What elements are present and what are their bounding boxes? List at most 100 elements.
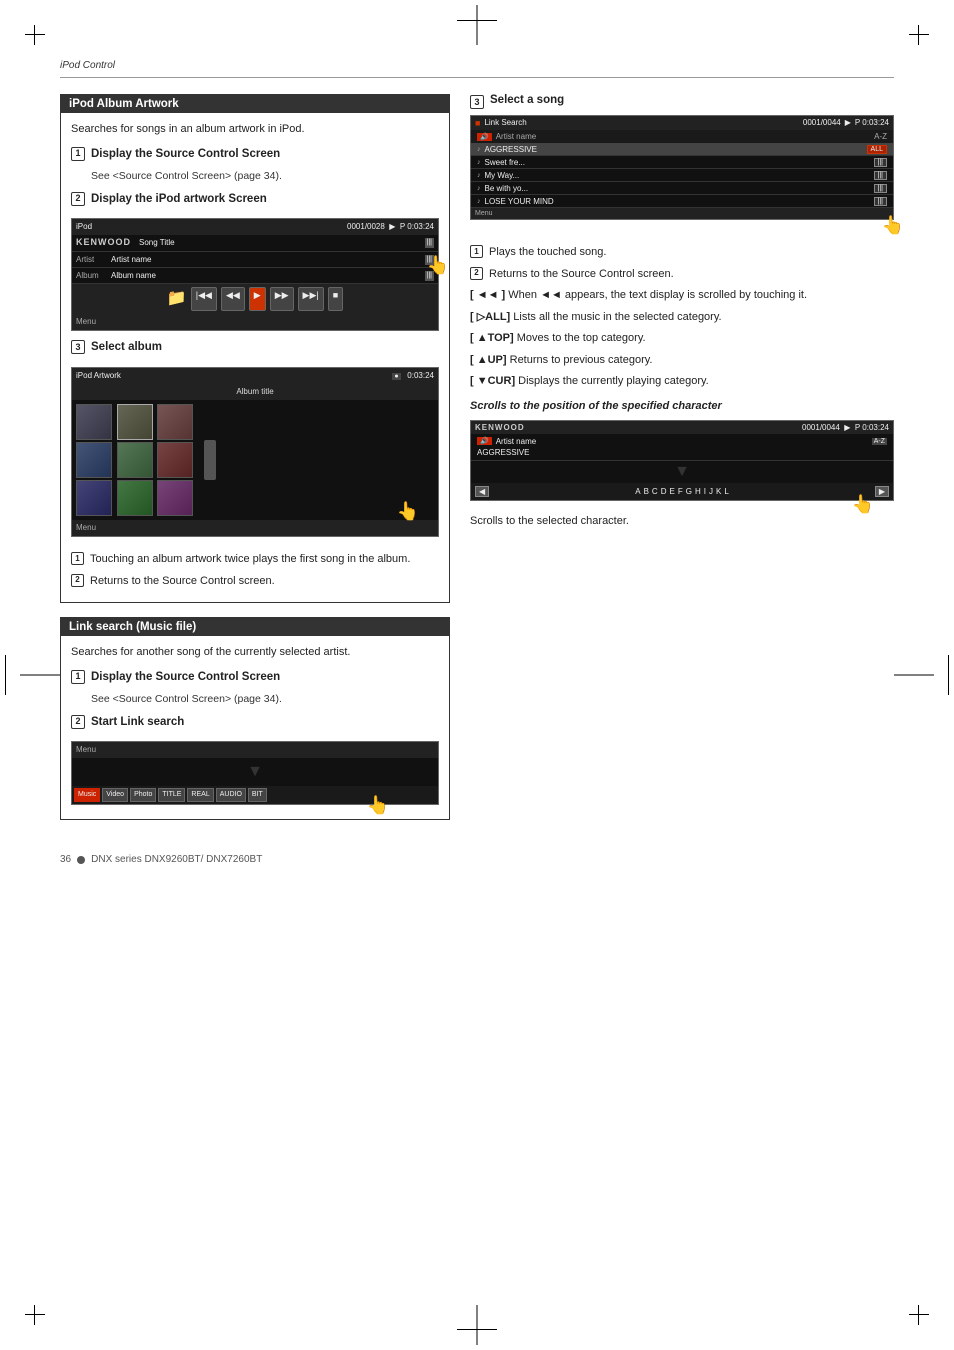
char-d[interactable]: D: [661, 487, 667, 496]
album-thumb-4[interactable]: [76, 442, 112, 478]
select-song-area: 3 Select a song ■ Link Search 0001/0044 …: [470, 94, 894, 230]
link-screen: Menu ▼ Music Video Photo TITLE REAL AUDI…: [71, 741, 439, 806]
char-k[interactable]: K: [716, 487, 721, 496]
album-thumb-8[interactable]: [117, 480, 153, 516]
artwork-thumb-grid: [76, 404, 196, 516]
char-j[interactable]: J: [709, 487, 713, 496]
ipod-artwork-content: Searches for songs in an album artwork i…: [61, 113, 449, 602]
link-step1-num: 1: [71, 670, 85, 684]
link-tab-real[interactable]: REAL: [187, 788, 213, 803]
ipod-artwork-section: iPod Album Artwork Searches for songs in…: [60, 94, 450, 603]
char-e[interactable]: E: [669, 487, 674, 496]
album-thumb-1[interactable]: [76, 404, 112, 440]
song-header-icon: ■: [475, 118, 480, 128]
link-tab-bit[interactable]: BIT: [248, 788, 267, 803]
song-screen-wrap: ■ Link Search 0001/0044 ▶ P 0:03:24 🔊 Ar…: [470, 115, 894, 230]
song-btn-2[interactable]: |||: [874, 158, 887, 167]
ctrl-rew[interactable]: ◀◀: [221, 287, 245, 311]
ctrl-prev[interactable]: |◀◀: [191, 287, 217, 311]
char-f[interactable]: F: [678, 487, 683, 496]
step2-label: Display the iPod artwork Screen: [91, 191, 267, 208]
note-num-2: 2: [470, 267, 483, 280]
link-tab-photo[interactable]: Photo: [130, 788, 156, 803]
ipod-footer: Menu: [72, 314, 438, 330]
ipod-song-title: Song Title: [139, 237, 175, 249]
link-step2-num: 2: [71, 715, 85, 729]
song-header-title: Link Search: [484, 118, 526, 128]
song-row-4[interactable]: ♪ Be with yo... |||: [471, 182, 893, 195]
ctrl-stop[interactable]: ■: [328, 287, 343, 311]
bullet-icon: [77, 856, 85, 864]
ipod-screen-header: iPod 0001/0028 ▶ P 0:03:24: [72, 219, 438, 235]
song-az: A-Z: [874, 132, 887, 141]
song-row-1[interactable]: ♪ AGGRESSIVE ALL: [471, 143, 893, 156]
step3-num: 3: [71, 340, 85, 354]
song-icon-red: 🔊: [477, 133, 492, 141]
char-l[interactable]: L: [724, 487, 728, 496]
char-i[interactable]: I: [704, 487, 706, 496]
note-text-3: [ ◄◄ ] When ◄◄ appears, the text display…: [470, 287, 894, 304]
song-artist-name: Artist name: [496, 132, 536, 141]
artwork-header: iPod Artwork ● 0:03:24: [72, 368, 438, 385]
ipod-artwork-desc: Searches for songs in an album artwork i…: [71, 121, 439, 138]
album-thumb-7[interactable]: [76, 480, 112, 516]
album-thumb-5[interactable]: [117, 442, 153, 478]
album-thumb-9[interactable]: [157, 480, 193, 516]
song-btn-4[interactable]: |||: [874, 184, 887, 193]
song-row-2[interactable]: ♪ Sweet fre... |||: [471, 156, 893, 169]
song-btn-3[interactable]: |||: [874, 171, 887, 180]
album-note-text-2: Returns to the Source Control screen.: [90, 573, 439, 590]
link-tab-audio[interactable]: AUDIO: [216, 788, 246, 803]
content-area: iPod Album Artwork Searches for songs in…: [60, 84, 894, 834]
song-text-2: Sweet fre...: [485, 158, 525, 167]
select-song-step-num: 3: [470, 95, 484, 109]
ipod-artwork-title: iPod Album Artwork: [61, 95, 449, 113]
artwork-header-left: iPod Artwork: [76, 370, 121, 383]
step1-sub: See <Source Control Screen> (page 34).: [91, 169, 439, 185]
song-text-3: My Way...: [485, 171, 520, 180]
section-label: iPod Control: [60, 60, 894, 71]
song-row-5[interactable]: ♪ LOSE YOUR MIND |||: [471, 195, 893, 208]
ipod-btn2: |||: [425, 255, 434, 266]
link-search-content: Searches for another song of the current…: [61, 636, 449, 819]
char-nav-right[interactable]: ▶: [875, 486, 889, 497]
link-tab-title[interactable]: TITLE: [158, 788, 185, 803]
char-indicator: A-Z: [872, 438, 887, 445]
song-header-p: ▶: [845, 118, 851, 128]
album-thumb-6[interactable]: [157, 442, 193, 478]
step2-row: 2 Display the iPod artwork Screen: [71, 191, 439, 208]
song-btn-1[interactable]: ALL: [867, 145, 887, 154]
song-artist-row: 🔊 Artist name A-Z: [471, 130, 893, 143]
page-footer: 36 DNX series DNX9260BT/ DNX7260BT: [60, 854, 894, 865]
char-screen: KENWOOD 0001/0044 ▶ P 0:03:24 🔊 Artist n…: [470, 420, 894, 501]
ctrl-play[interactable]: ▶: [249, 287, 266, 311]
step1-num: 1: [71, 147, 85, 161]
char-a[interactable]: A: [635, 487, 640, 496]
scroll-bar[interactable]: [204, 440, 216, 480]
album-notes: 1 Touching an album artwork twice plays …: [71, 551, 439, 589]
album-note-num-1: 1: [71, 552, 84, 565]
link-tab-video[interactable]: Video: [102, 788, 128, 803]
page-series: DNX series DNX9260BT/ DNX7260BT: [91, 854, 262, 865]
char-nav-left[interactable]: ◀: [475, 486, 489, 497]
note-item-2: 2 Returns to the Source Control screen.: [470, 266, 894, 283]
artwork-album-title: Album title: [72, 384, 438, 400]
album-thumb-3[interactable]: [157, 404, 193, 440]
album-thumb-2[interactable]: [117, 404, 153, 440]
char-b[interactable]: B: [644, 487, 649, 496]
char-g[interactable]: G: [686, 487, 692, 496]
ctrl-next[interactable]: ▶▶|: [298, 287, 324, 311]
link-tab-music[interactable]: Music: [74, 788, 100, 803]
note-text-5: [ ▲TOP] Moves to the top category.: [470, 330, 894, 347]
song-btn-5[interactable]: |||: [874, 197, 887, 206]
ctrl-fwd[interactable]: ▶▶: [270, 287, 294, 311]
note-text-2: Returns to the Source Control screen.: [489, 266, 894, 283]
note-item-5: [ ▲TOP] Moves to the top category.: [470, 330, 894, 347]
song-note-3: ♪: [477, 172, 481, 179]
scrolls-section: Scrolls to the position of the specified…: [470, 400, 894, 527]
album-screen-wrap: iPod Artwork ● 0:03:24 Album title: [71, 363, 439, 546]
char-h[interactable]: H: [695, 487, 701, 496]
song-row-3[interactable]: ♪ My Way... |||: [471, 169, 893, 182]
char-c[interactable]: C: [652, 487, 658, 496]
ipod-row-title: KENWOOD Song Title |||: [72, 235, 438, 253]
